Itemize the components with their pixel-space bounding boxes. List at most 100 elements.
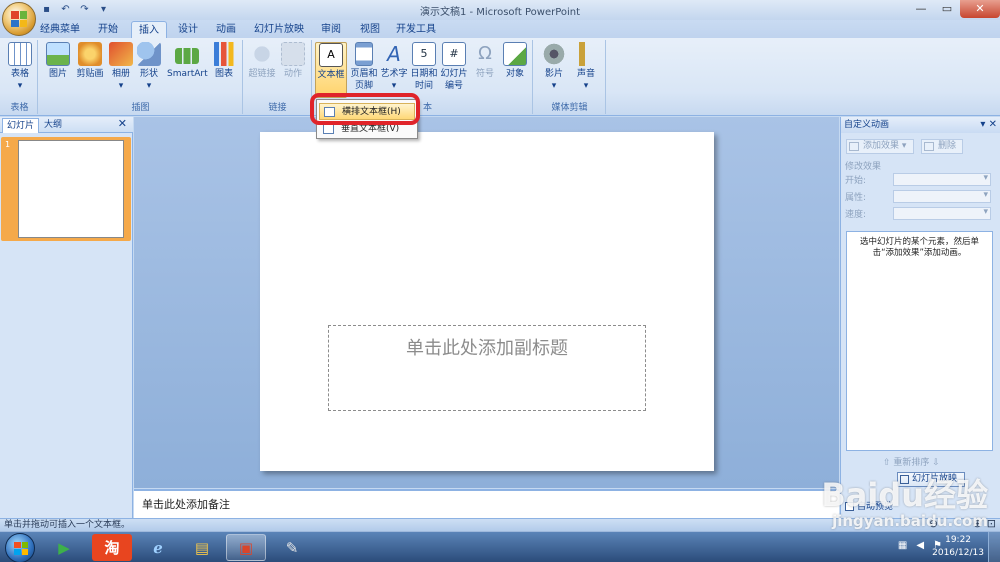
object-button[interactable]: 对象 [501,42,529,80]
slide-thumbnail[interactable] [18,140,124,238]
wordart-button[interactable]: A 艺术字 ▾ [379,42,409,92]
smartart-button[interactable]: SmartArt [167,42,208,80]
clipart-button[interactable]: 剪贴画 [75,42,105,80]
property-select[interactable] [893,190,991,203]
highlight-annotation [310,93,420,125]
clipart-icon [78,42,102,66]
chart-icon [212,42,236,66]
tab-design[interactable]: 设计 [170,21,206,38]
ribbon: 表格▾ 表格 图片 剪贴画 相册▾ 形状▾ SmartArt 图表 插图 [0,38,1000,116]
sound-button[interactable]: 声音 ▾ [572,42,600,92]
movie-button[interactable]: 影片 ▾ [540,42,568,92]
modify-section-label: 修改效果 [845,162,882,172]
close-button[interactable]: ✕ [960,0,1000,18]
show-desktop-button[interactable] [988,532,1000,562]
chart-label: 图表 [214,69,233,79]
symbol-label: 符号 [475,69,494,79]
custom-animation-pane: 自定义动画 ▾ ✕ 添加效果 ▾ 删除 修改效果 开始: 属性: 速度: 选中幻… [840,117,1000,518]
slide-number-label-2: 编号 [444,81,463,91]
taobao-icon[interactable]: 淘 [92,534,132,561]
header-footer-button[interactable]: 页眉和 页脚 [349,42,379,92]
datetime-icon: 5 [412,42,436,66]
tab-slides[interactable]: 幻灯片 [2,118,40,133]
pane-controls[interactable]: ▾ ✕ [980,117,997,133]
wordart-icon: A [387,42,401,66]
tab-outline[interactable]: 大纲 [40,118,66,133]
sound-label: 声音 [576,69,595,79]
table-button[interactable]: 表格 ▾ [6,42,34,92]
add-effect-label: 添加效果 [863,141,900,151]
tab-view[interactable]: 视图 [352,21,388,38]
smartart-label: SmartArt [167,69,208,79]
sound-icon [574,42,598,66]
start-label: 开始: [845,176,867,186]
media-player-icon[interactable]: ▶ [44,534,84,561]
tab-developer[interactable]: 开发工具 [392,21,440,38]
hyperlink-button[interactable]: 超链接 [248,42,276,80]
tab-slideshow[interactable]: 幻灯片放映 [250,21,308,38]
maximize-button[interactable]: ▭ [934,0,960,18]
album-button[interactable]: 相册 ▾ [109,42,133,92]
network-icon[interactable]: ▦ [898,540,907,551]
symbol-button[interactable]: Ω 符号 [471,42,499,80]
tab-animation[interactable]: 动画 [208,21,244,38]
volume-icon[interactable]: ◀ [916,540,924,551]
group-illustrations: 图片 剪贴画 相册 ▾ 形状 ▾ SmartArt 图表 插图 [39,40,243,114]
datetime-label: 日期和 [410,69,438,79]
fit-window-icon[interactable]: ⊡ [987,518,996,530]
clock[interactable]: 19:22 2016/12/13 [932,534,984,560]
tab-review[interactable]: 审阅 [313,21,349,38]
pane-header: 自定义动画 ▾ ✕ [841,117,1000,133]
tab-home[interactable]: 开始 [90,21,126,38]
movie-label: 影片 [544,69,563,79]
explorer-icon[interactable]: ▤ [182,534,222,561]
shapes-button[interactable]: 形状 ▾ [137,42,161,92]
subtitle-placeholder-text: 单击此处添加副标题 [406,338,568,359]
minimize-button[interactable]: — [908,0,934,18]
remove-button[interactable]: 删除 [921,139,963,154]
pane-title: 自定义动画 [844,120,890,130]
group-label-illustrations: 插图 [131,103,150,113]
subtitle-placeholder[interactable]: 单击此处添加副标题 [328,325,646,411]
notes-placeholder: 单击此处添加备注 [142,498,230,511]
start-select[interactable] [893,173,991,186]
chart-button[interactable]: 图表 [211,42,237,80]
paint-icon[interactable]: ✎ [272,534,312,561]
wordart-label: 艺术字 [380,69,408,79]
action-label: 动作 [283,69,302,79]
animation-list[interactable]: 选中幻灯片的某个元素，然后单击“添加效果”添加动画。 [846,231,993,451]
ie-icon[interactable]: ℯ [138,534,178,561]
slide-canvas[interactable]: 单击此处添加副标题 [260,132,714,471]
star-icon [849,142,859,151]
table-label: 表格 [10,69,29,79]
datetime-button[interactable]: 5 日期和 时间 [409,42,439,92]
window-controls: — ▭ ✕ [908,0,1000,18]
powerpoint-icon[interactable]: ▣ [226,534,266,561]
add-effect-button[interactable]: 添加效果 ▾ [846,139,914,154]
close-icon[interactable]: ✕ [118,117,127,130]
tab-insert[interactable]: 插入 [131,21,167,38]
remove-label: 删除 [938,141,957,151]
group-links: 超链接 动作 链接 [244,40,312,114]
textbox-button[interactable]: A 文本框 [315,42,347,98]
object-icon [503,42,527,66]
slide-number-button[interactable]: # 幻灯片 编号 [439,42,469,92]
group-label-table: 表格 [10,103,29,113]
slides-panel: 幻灯片 大纲 ✕ 1 [0,117,133,518]
picture-button[interactable]: 图片 [45,42,71,80]
reorder-label: 重新排序 [893,458,930,468]
speed-select[interactable] [893,207,991,220]
watermark-url: jingyan.baidu.com [832,512,988,530]
notes-pane[interactable]: 单击此处添加备注 [134,489,839,518]
status-text: 单击并拖动可插入一个文本框。 [4,520,131,530]
table-icon [8,42,32,66]
header-footer-label: 页眉和 [350,69,378,79]
start-button[interactable] [5,533,35,562]
tab-classic-menu[interactable]: 经典菜单 [34,21,86,38]
reorder-control[interactable]: ⇧ 重新排序 ⇩ [883,455,940,468]
group-label-text-partial: 本 [423,103,433,113]
vertical-textbox-icon [323,124,334,134]
office-button[interactable] [2,2,36,36]
action-button[interactable]: 动作 [280,42,306,80]
clock-time: 19:22 [945,535,972,545]
